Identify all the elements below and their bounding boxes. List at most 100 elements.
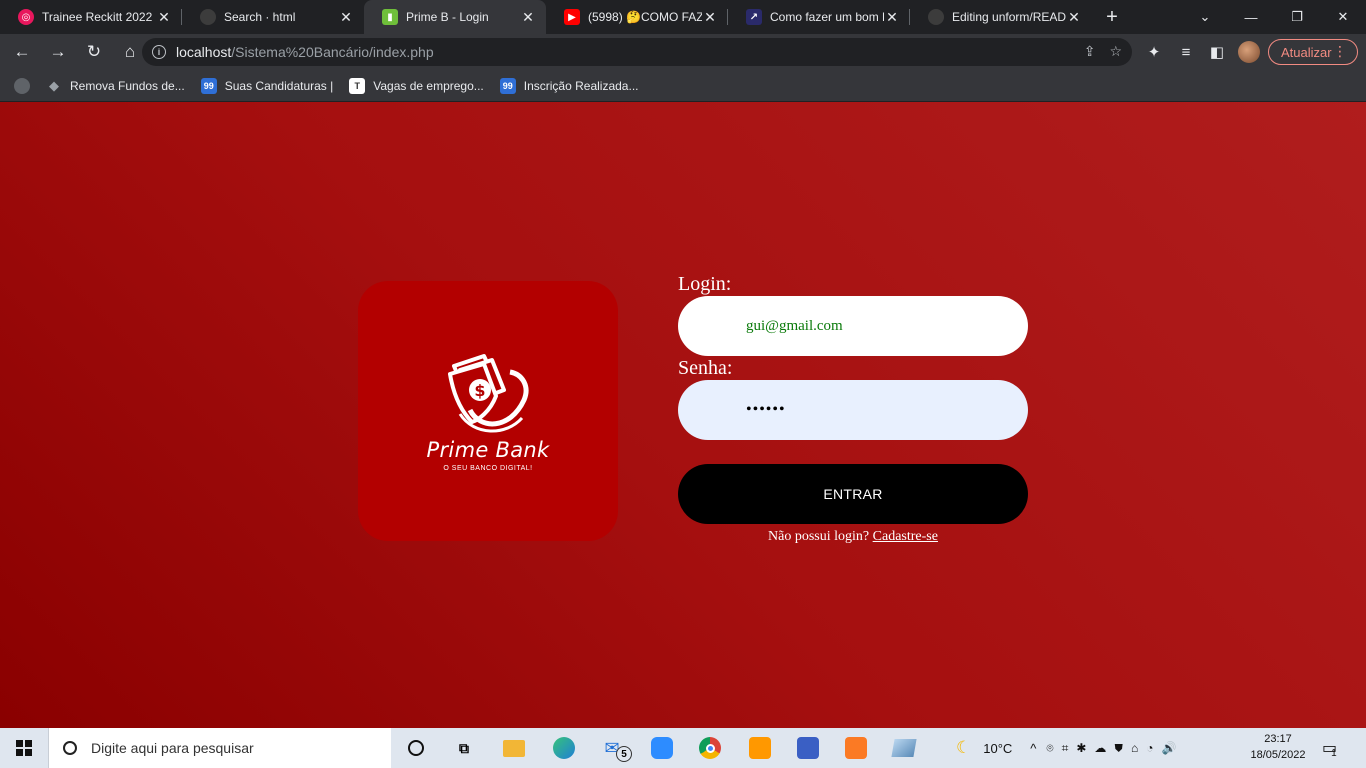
close-icon[interactable]: ✕ — [1066, 9, 1082, 26]
99-icon: 99 — [499, 77, 516, 94]
system-tray: ☾ 10°C ^ ⌾⌗✱☁⛊⌂◔🔊 — [956, 728, 1184, 768]
signup-link[interactable]: Cadastre-se — [873, 529, 938, 544]
close-icon[interactable]: ✕ — [702, 9, 718, 26]
back-icon[interactable]: ← — [6, 36, 38, 68]
login-input[interactable]: gui@gmail.com — [678, 296, 1028, 356]
bookmark-label: Suas Candidaturas | — [224, 78, 334, 93]
close-icon[interactable]: ✕ — [156, 9, 172, 26]
page-icon: ▮ — [382, 9, 398, 25]
tab-como-fazer[interactable]: ↗ Como fazer um bom F ✕ — [728, 0, 910, 34]
chevron-up-icon[interactable]: ^ — [1030, 741, 1036, 756]
svg-text:$: $ — [474, 381, 485, 400]
date: 18/05/2022 — [1250, 749, 1306, 761]
temperature[interactable]: 10°C — [983, 741, 1012, 756]
search-placeholder: Digite aqui para pesquisar — [91, 740, 254, 756]
update-label: Atualizar — [1281, 44, 1332, 60]
signup-prompt: Não possui login? — [768, 529, 870, 544]
bookmark-remova-fundos[interactable]: ◆ Remova Fundos de... — [46, 78, 185, 94]
media-icon[interactable]: ≡ — [1174, 40, 1198, 64]
zoom-icon[interactable] — [650, 736, 674, 760]
close-icon[interactable]: ✕ — [884, 9, 900, 26]
update-button[interactable]: Atualizar ⋮ — [1268, 39, 1358, 65]
tab-title: Trainee Reckitt 2022 — [42, 10, 153, 24]
bookmark-label: Inscrição Realizada... — [523, 78, 639, 93]
info-icon[interactable]: i — [152, 45, 166, 59]
tab-title: Prime B - Login — [406, 10, 489, 24]
close-window-icon[interactable]: ✕ — [1320, 0, 1366, 34]
tab-search-html[interactable]: Search · html ✕ — [182, 0, 364, 34]
youtube-icon: ▶ — [564, 9, 580, 25]
extensions-icon[interactable]: ✦ — [1142, 40, 1166, 64]
page-content: $ Prime Bank O SEU BANCO DIGITAL! Login:… — [0, 102, 1366, 728]
file-explorer-icon[interactable] — [502, 736, 526, 760]
password-label: Senha: — [678, 357, 733, 379]
notifications[interactable]: ▭ 1 — [1322, 728, 1337, 768]
taskbar-search[interactable]: Digite aqui para pesquisar — [48, 728, 391, 768]
bookmark-inscricao[interactable]: 99 Inscrição Realizada... — [499, 77, 639, 94]
tab-title: (5998) 🤔COMO FAZE — [588, 10, 702, 24]
signup-text: Não possui login? Cadastre-se — [678, 529, 1028, 545]
xampp-icon[interactable] — [844, 736, 868, 760]
reckitt-icon: ◎ — [18, 9, 34, 25]
url-host: localhost — [176, 44, 232, 60]
password-input[interactable]: •••••• — [678, 380, 1028, 440]
clock[interactable]: 23:17 18/05/2022 — [1248, 731, 1308, 763]
tab-youtube[interactable]: ▶ (5998) 🤔COMO FAZE ✕ — [546, 0, 728, 34]
address-bar[interactable]: i localhost/Sistema%20Bancário/index.php… — [142, 38, 1132, 66]
profile-avatar[interactable] — [1238, 41, 1260, 63]
reload-icon[interactable]: ↻ — [78, 36, 110, 68]
minimize-icon[interactable]: — — [1228, 0, 1274, 34]
windows-start-icon[interactable] — [0, 728, 48, 768]
notification-count: 1 — [1331, 747, 1337, 759]
tray-icons[interactable]: ⌾⌗✱☁⛊⌂◔🔊 — [1046, 741, 1184, 756]
bookmark-star-icon[interactable]: ☆ — [1109, 43, 1122, 60]
tab-editing-unform[interactable]: Editing unform/READI ✕ — [910, 0, 1092, 34]
bookmark-candidaturas[interactable]: 99 Suas Candidaturas | — [200, 77, 334, 94]
bookmark-vagas[interactable]: T Vagas de emprego... — [349, 77, 484, 94]
weather-moon-icon[interactable]: ☾ — [956, 738, 971, 758]
url-path: /Sistema%20Bancário/index.php — [231, 44, 434, 60]
cortana-icon[interactable] — [404, 736, 428, 760]
tab-prime-login[interactable]: ▮ Prime B - Login ✕ — [364, 0, 546, 34]
tab-title: Editing unform/READI — [952, 10, 1066, 24]
search-icon — [63, 741, 77, 755]
app-icon: ↗ — [746, 9, 762, 25]
github-icon — [928, 9, 944, 25]
bookmark-label: Vagas de emprego... — [373, 78, 484, 93]
login-form: Login: gui@gmail.com Senha: •••••• ENTRA… — [678, 272, 1028, 545]
t-icon: T — [349, 77, 366, 94]
edge-icon[interactable] — [552, 736, 576, 760]
close-icon[interactable]: ✕ — [520, 9, 536, 26]
tab-strip: ◎ Trainee Reckitt 2022 ✕ Search · html ✕… — [0, 0, 1366, 34]
game-icon[interactable] — [796, 736, 820, 760]
globe-icon[interactable] — [14, 77, 30, 94]
layers-icon: ◆ — [49, 77, 59, 93]
sublime-icon[interactable] — [748, 736, 772, 760]
app-window-icon[interactable] — [891, 736, 917, 760]
share-icon[interactable]: ⇪ — [1084, 43, 1096, 60]
forward-icon[interactable]: → — [42, 36, 74, 68]
entrar-button[interactable]: ENTRAR — [678, 464, 1028, 524]
menu-dots-icon[interactable]: ⋮ — [1333, 43, 1347, 60]
bookmark-label: Remova Fundos de... — [70, 78, 185, 93]
tab-title: Como fazer um bom F — [770, 10, 884, 24]
tab-trainee[interactable]: ◎ Trainee Reckitt 2022 ✕ — [0, 0, 182, 34]
tab-search-icon[interactable]: ⌄ — [1182, 0, 1228, 34]
money-shield-icon: $ — [448, 354, 529, 433]
restore-icon[interactable]: ❐ — [1274, 0, 1320, 34]
window-controls: ⌄ — ❐ ✕ — [1182, 0, 1366, 34]
github-icon — [200, 9, 216, 25]
time: 23:17 — [1264, 733, 1292, 745]
login-label: Login: — [678, 273, 732, 295]
bookmarks-bar: ◆ Remova Fundos de... 99 Suas Candidatur… — [0, 70, 1366, 102]
chrome-icon[interactable] — [698, 736, 722, 760]
mail-badge: 5 — [616, 746, 632, 762]
new-tab-button[interactable]: + — [1092, 0, 1132, 34]
close-icon[interactable]: ✕ — [338, 9, 354, 26]
brand-name: Prime Bank — [426, 438, 550, 462]
99-icon: 99 — [200, 77, 217, 94]
side-panel-icon[interactable]: ◧ — [1205, 40, 1229, 64]
task-view-icon[interactable]: ⧉ — [452, 736, 476, 760]
brand-tagline: O SEU BANCO DIGITAL! — [443, 465, 533, 472]
tab-title: Search · html — [224, 10, 296, 24]
